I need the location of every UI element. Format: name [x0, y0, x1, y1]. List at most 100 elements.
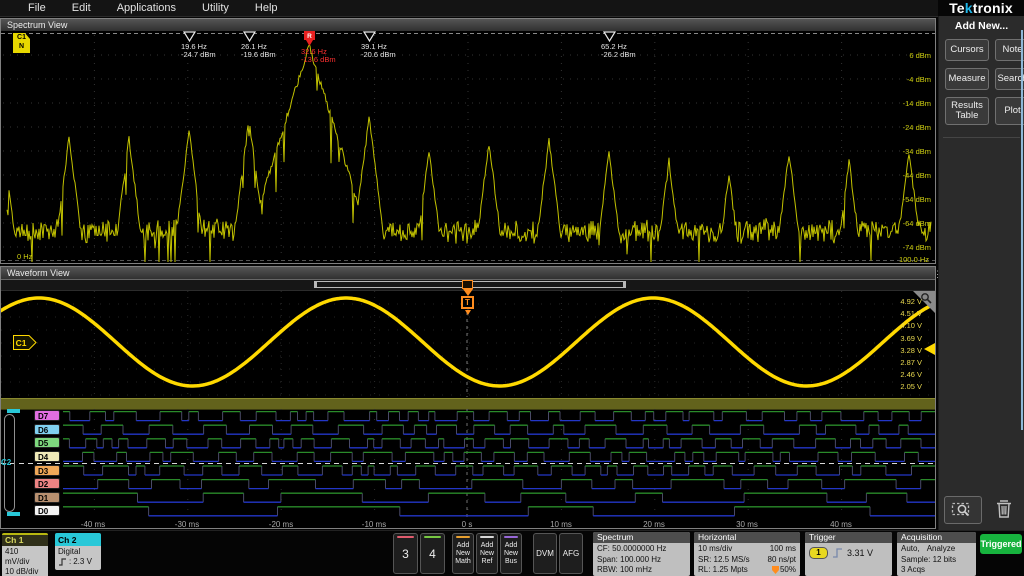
add-bus-stripe: [504, 536, 518, 538]
time-label-4: 0 s: [461, 520, 473, 529]
oscilloscope-screen: File Edit Applications Utility Help Tektroni…: [0, 0, 1024, 576]
digital-channel-badge-d7[interactable]: D7: [34, 410, 60, 422]
spectrum-view-panel: Spectrum View C1 N 19.6 Hz -24.7 dBm 26.1 …: [0, 18, 936, 264]
magnifier-icon: [921, 293, 932, 304]
acquisition-mode: Auto,: [901, 544, 920, 553]
spectrum-cf: CF: 50.0000000 Hz: [597, 544, 667, 553]
digital-channel-badge-d3[interactable]: D3: [34, 464, 60, 476]
marker-label-5: 65.2 Hz -26.2 dBm: [601, 43, 636, 58]
tektronix-logo: Tektronix: [938, 0, 1024, 16]
digital-channel-badge-d6[interactable]: D6: [34, 423, 60, 435]
add-ref-stripe: [480, 536, 494, 538]
waveform-view-panel: Waveform View C1 4.92 V 4.51 V 4.10 V 3.69 …: [0, 266, 936, 529]
right-scroll-indicator[interactable]: [1021, 30, 1023, 430]
digital-group-badge[interactable]: C2: [1, 458, 11, 467]
waveform-view-title: Waveform View: [1, 267, 935, 280]
triggered-status-badge: Triggered: [980, 534, 1022, 554]
analog-channel-badge[interactable]: C1: [13, 335, 37, 350]
trigger-level-arrow[interactable]: [924, 343, 935, 355]
channel4-stripe: [424, 536, 441, 538]
add-new-header: Add New...: [954, 20, 1009, 32]
add-new-ref-button[interactable]: Add New Ref: [476, 533, 498, 574]
trigger-settings-badge[interactable]: Trigger 1 3.31 V: [805, 532, 892, 576]
voltage-label-8: 1.64 V: [900, 395, 922, 397]
channel2-badge[interactable]: Ch 2 Digital : 2.3 V: [55, 533, 101, 570]
spectrum-y-label-3: -24 dBm: [902, 123, 931, 132]
scrollbar-center-marker[interactable]: [462, 280, 473, 289]
trigger-source-badge: 1: [809, 547, 828, 559]
spectrum-settings-badge[interactable]: Spectrum CF: 50.0000000 Hz Span: 100.000…: [593, 532, 690, 576]
add-new-plot-button[interactable]: Plot: [995, 97, 1024, 125]
menu-item-help[interactable]: Help: [255, 2, 278, 14]
trigger-position-icon: [771, 566, 779, 575]
spectrum-span: Span: 100.000 Hz: [597, 554, 662, 564]
menu-item-applications[interactable]: Applications: [117, 2, 176, 14]
channel3-button[interactable]: 3: [393, 533, 418, 574]
panel-splitter[interactable]: ⋮: [933, 270, 942, 288]
status-bar: Ch 1 410 mV/div 10 dB/div 1 GHz Ch 2 Dig…: [0, 530, 1024, 576]
logo-post: tronix: [972, 0, 1013, 16]
digital-channel-badge-d2[interactable]: D2: [34, 478, 60, 490]
channel4-label: 4: [429, 546, 436, 561]
channel1-scale: 410 mV/div: [5, 547, 30, 566]
add-new-results-table-button[interactable]: Results Table: [945, 97, 989, 125]
zoom-select-button[interactable]: [944, 496, 982, 524]
horizontal-settings-badge[interactable]: Horizontal 10 ms/div 100 ms SR: 12.5 MS/s…: [694, 532, 800, 576]
rising-edge-icon: [833, 548, 842, 558]
trash-icon: [997, 500, 1011, 518]
add-new-search-button[interactable]: Search: [995, 68, 1024, 90]
digital-channel-badge-d5[interactable]: D5: [34, 437, 60, 449]
add-new-cursors-button[interactable]: Cursors: [945, 39, 989, 61]
channel4-button[interactable]: 4: [420, 533, 445, 574]
digital-channel-badge-d4[interactable]: D4: [34, 451, 60, 462]
digital-channel-badge-d1[interactable]: D1: [34, 491, 60, 503]
marker-label-1: 19.6 Hz -24.7 dBm: [181, 43, 216, 58]
acquisition-title: Acquisition: [897, 532, 976, 543]
add-new-measure-button[interactable]: Measure: [945, 68, 989, 90]
voltage-label-7: 2.05 V: [900, 382, 922, 392]
sidebar-divider: [943, 137, 1020, 138]
time-label-2: -20 ms: [268, 520, 294, 529]
time-axis: -40 ms -30 ms -20 ms -10 ms 0 s 10 ms 20 ms 30 …: [1, 518, 935, 529]
digital-group-grip-top[interactable]: [7, 409, 20, 413]
svg-text:R: R: [307, 33, 312, 40]
time-label-8: 40 ms: [830, 520, 852, 529]
marker-label-3: 32.6 Hz -13.6 dBm: [301, 48, 336, 63]
delete-button[interactable]: [989, 496, 1019, 522]
horizontal-position: 50%: [779, 565, 796, 574]
marker-level: -20.6 dBm: [361, 49, 396, 59]
add-new-bus-button[interactable]: Add New Bus: [500, 533, 522, 574]
acquisition-settings-badge[interactable]: Acquisition Auto, Analyze Sample: 12 bits…: [897, 532, 976, 576]
add-math-label: Add New Math: [455, 541, 471, 565]
horizontal-title: Horizontal: [694, 532, 800, 543]
menu-item-utility[interactable]: Utility: [202, 2, 229, 14]
add-ref-label: Add New Ref: [479, 541, 494, 565]
marker-level: -26.2 dBm: [601, 49, 636, 59]
add-new-math-button[interactable]: Add New Math: [452, 533, 474, 574]
menu-item-file[interactable]: File: [28, 2, 46, 14]
zoom-box-icon: [951, 502, 970, 517]
afg-button[interactable]: AFG: [559, 533, 583, 574]
time-label-5: 10 ms: [550, 520, 572, 529]
spectrum-y-label-5: -44 dBm: [902, 171, 931, 180]
dvm-button[interactable]: DVM: [533, 533, 557, 574]
horizontal-scale: 10 ms/div: [698, 544, 733, 553]
time-label-6: 20 ms: [643, 520, 665, 529]
spectrum-y-label-8: -74 dBm: [902, 243, 931, 252]
right-sidebar: Add New... Cursors Note Measure Search Resul…: [938, 16, 1024, 530]
horizontal-window: 100 ms: [769, 544, 796, 553]
spectrum-y-label-1: -4 dBm: [906, 75, 931, 84]
marker-level: -19.6 dBm: [241, 49, 276, 59]
spectrum-settings-title: Spectrum: [593, 532, 690, 543]
time-label-0: -40 ms: [80, 520, 106, 529]
trigger-arrow-top-icon: [463, 289, 473, 296]
dvm-label: DVM: [536, 548, 554, 558]
digital-group-grip-bottom[interactable]: [7, 512, 20, 516]
channel1-badge[interactable]: Ch 1 410 mV/div 10 dB/div 1 GHz: [2, 533, 48, 576]
digital-channel-badge-d0[interactable]: D0: [34, 505, 60, 517]
channel2-mode: Digital: [58, 547, 81, 556]
add-new-note-button[interactable]: Note: [995, 39, 1024, 61]
logo-k: k: [964, 0, 973, 16]
menu-item-edit[interactable]: Edit: [72, 2, 91, 14]
time-label-3: -10 ms: [361, 520, 387, 529]
